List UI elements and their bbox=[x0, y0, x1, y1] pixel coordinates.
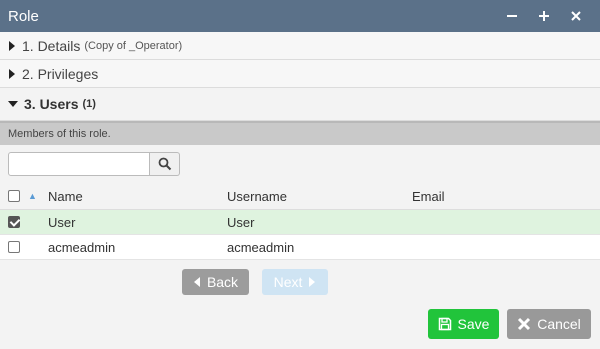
dialog-footer: Save Cancel bbox=[0, 299, 600, 349]
minimize-icon bbox=[507, 15, 517, 17]
maximize-button[interactable] bbox=[528, 10, 560, 22]
table-header: ▲ Name Username Email bbox=[0, 183, 600, 210]
save-label: Save bbox=[457, 316, 490, 332]
section-users-count: (1) bbox=[82, 98, 96, 110]
next-label: Next bbox=[273, 274, 303, 290]
users-table: ▲ Name Username Email User User acmeadmi… bbox=[0, 183, 600, 260]
section-users-label: 3. Users bbox=[24, 96, 79, 112]
column-username-header[interactable]: Username bbox=[227, 189, 412, 204]
search-icon bbox=[158, 157, 171, 171]
floppy-disk-icon bbox=[438, 317, 451, 331]
search-row bbox=[0, 145, 600, 183]
row-checkbox-cell bbox=[0, 241, 28, 253]
row-username: User bbox=[227, 214, 255, 230]
minimize-button[interactable] bbox=[496, 10, 528, 22]
column-name-header[interactable]: Name bbox=[42, 189, 227, 204]
sort-asc-icon[interactable]: ▲ bbox=[28, 191, 42, 201]
save-button[interactable]: Save bbox=[428, 309, 499, 339]
row-checkbox-cell bbox=[0, 216, 28, 228]
section-details-label: 1. Details bbox=[22, 37, 81, 54]
select-all-checkbox[interactable] bbox=[8, 190, 20, 202]
section-privileges-label: 2. Privileges bbox=[22, 65, 99, 82]
search-input[interactable] bbox=[8, 152, 150, 176]
row-username: acmeadmin bbox=[227, 239, 295, 255]
caret-down-icon bbox=[8, 101, 18, 107]
caret-left-icon bbox=[193, 277, 200, 287]
caret-right-icon bbox=[9, 40, 15, 51]
cancel-label: Cancel bbox=[537, 316, 581, 332]
cancel-button[interactable]: Cancel bbox=[507, 309, 591, 339]
close-icon bbox=[518, 317, 531, 331]
next-button[interactable]: Next bbox=[262, 269, 328, 295]
row-checkbox[interactable] bbox=[8, 216, 20, 228]
row-checkbox[interactable] bbox=[8, 241, 20, 253]
section-details-sub: (Copy of _Operator) bbox=[84, 39, 183, 52]
users-description: Members of this role. bbox=[0, 121, 600, 145]
dialog-title: Role bbox=[8, 7, 39, 25]
table-row[interactable]: User User bbox=[0, 210, 600, 235]
back-button[interactable]: Back bbox=[182, 269, 249, 295]
select-all-cell bbox=[0, 190, 28, 202]
row-name: acmeadmin bbox=[48, 239, 116, 255]
caret-right-icon bbox=[309, 277, 316, 287]
plus-icon bbox=[539, 11, 549, 21]
close-icon bbox=[571, 11, 581, 21]
search-button[interactable] bbox=[150, 152, 180, 176]
section-users[interactable]: 3. Users (1) bbox=[0, 88, 600, 121]
section-privileges[interactable]: 2. Privileges bbox=[0, 60, 600, 88]
section-details[interactable]: 1. Details (Copy of _Operator) bbox=[0, 32, 600, 60]
row-name: User bbox=[48, 214, 76, 230]
caret-right-icon bbox=[9, 68, 15, 79]
title-bar: Role bbox=[0, 0, 600, 32]
column-email-header[interactable]: Email bbox=[412, 189, 600, 204]
back-label: Back bbox=[206, 274, 239, 290]
table-row[interactable]: acmeadmin acmeadmin bbox=[0, 235, 600, 260]
close-button[interactable] bbox=[560, 10, 592, 22]
pager: Back Next bbox=[0, 260, 600, 304]
role-dialog: Role 1. Details (Copy of _Operator) 2. P… bbox=[0, 0, 600, 349]
